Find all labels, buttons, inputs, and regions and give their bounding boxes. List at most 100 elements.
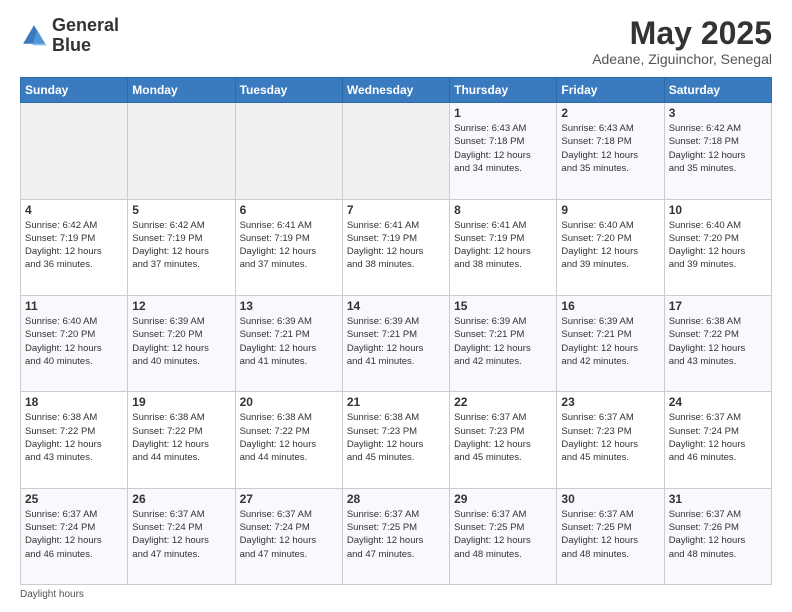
calendar-cell: 8 Sunrise: 6:41 AMSunset: 7:19 PMDaylight… xyxy=(450,199,557,295)
calendar-cell: 1 Sunrise: 6:43 AMSunset: 7:18 PMDaylight… xyxy=(450,103,557,199)
subtitle: Adeane, Ziguinchor, Senegal xyxy=(592,51,772,67)
calendar-cell: 13 Sunrise: 6:39 AMSunset: 7:21 PMDayligh… xyxy=(235,295,342,391)
calendar-cell: 18Sunrise: 6:38 AMSunset: 7:22 PMDayligh… xyxy=(21,392,128,488)
day-info: Sunrise: 6:41 AMSunset: 7:19 PMDaylight:… xyxy=(454,219,552,272)
day-number: 27 xyxy=(240,492,338,506)
page: General Blue May 2025 Adeane, Ziguinchor… xyxy=(0,0,792,612)
calendar-cell: 17 Sunrise: 6:38 AMSunset: 7:22 PMDayligh… xyxy=(664,295,771,391)
day-number: 30 xyxy=(561,492,659,506)
calendar-cell: 24Sunrise: 6:37 AMSunset: 7:24 PMDayligh… xyxy=(664,392,771,488)
month-title: May 2025 xyxy=(592,16,772,51)
day-number: 8 xyxy=(454,203,552,217)
day-info: Sunrise: 6:37 AMSunset: 7:25 PMDaylight:… xyxy=(454,508,552,561)
day-info: Sunrise: 6:37 AMSunset: 7:25 PMDaylight:… xyxy=(347,508,445,561)
calendar-cell: 30Sunrise: 6:37 AMSunset: 7:25 PMDayligh… xyxy=(557,488,664,584)
day-number: 12 xyxy=(132,299,230,313)
calendar-cell: 29 Sunrise: 6:37 AMSunset: 7:25 PMDayligh… xyxy=(450,488,557,584)
calendar-day-header: Thursday xyxy=(450,78,557,103)
calendar-header-row: SundayMondayTuesdayWednesdayThursdayFrid… xyxy=(21,78,772,103)
title-block: May 2025 Adeane, Ziguinchor, Senegal xyxy=(592,16,772,67)
calendar-week-row: 11 Sunrise: 6:40 AMSunset: 7:20 PMDayligh… xyxy=(21,295,772,391)
header: General Blue May 2025 Adeane, Ziguinchor… xyxy=(20,16,772,67)
day-number: 23 xyxy=(561,395,659,409)
day-info: Sunrise: 6:40 AMSunset: 7:20 PMDaylight:… xyxy=(561,219,659,272)
day-number: 5 xyxy=(132,203,230,217)
calendar-cell: 21 Sunrise: 6:38 AMSunset: 7:23 PMDayligh… xyxy=(342,392,449,488)
calendar-cell: 25 Sunrise: 6:37 AMSunset: 7:24 PMDayligh… xyxy=(21,488,128,584)
calendar-cell: 10Sunrise: 6:40 AMSunset: 7:20 PMDayligh… xyxy=(664,199,771,295)
day-info: Sunrise: 6:39 AMSunset: 7:21 PMDaylight:… xyxy=(454,315,552,368)
calendar-cell: 2 Sunrise: 6:43 AMSunset: 7:18 PMDaylight… xyxy=(557,103,664,199)
day-info: Sunrise: 6:37 AMSunset: 7:24 PMDaylight:… xyxy=(25,508,123,561)
day-number: 31 xyxy=(669,492,767,506)
calendar-cell: 23 Sunrise: 6:37 AMSunset: 7:23 PMDayligh… xyxy=(557,392,664,488)
logo-text: General Blue xyxy=(52,16,119,56)
calendar-day-header: Wednesday xyxy=(342,78,449,103)
day-number: 22 xyxy=(454,395,552,409)
day-info: Sunrise: 6:38 AMSunset: 7:22 PMDaylight:… xyxy=(669,315,767,368)
day-info: Sunrise: 6:38 AMSunset: 7:22 PMDaylight:… xyxy=(240,411,338,464)
day-info: Sunrise: 6:43 AMSunset: 7:18 PMDaylight:… xyxy=(454,122,552,175)
calendar-cell xyxy=(21,103,128,199)
day-info: Sunrise: 6:41 AMSunset: 7:19 PMDaylight:… xyxy=(240,219,338,272)
day-number: 15 xyxy=(454,299,552,313)
calendar-cell: 19Sunrise: 6:38 AMSunset: 7:22 PMDayligh… xyxy=(128,392,235,488)
calendar-cell xyxy=(128,103,235,199)
day-info: Sunrise: 6:37 AMSunset: 7:23 PMDaylight:… xyxy=(561,411,659,464)
day-number: 13 xyxy=(240,299,338,313)
day-number: 6 xyxy=(240,203,338,217)
day-info: Sunrise: 6:42 AMSunset: 7:19 PMDaylight:… xyxy=(25,219,123,272)
day-number: 7 xyxy=(347,203,445,217)
calendar-day-header: Friday xyxy=(557,78,664,103)
day-info: Sunrise: 6:37 AMSunset: 7:24 PMDaylight:… xyxy=(669,411,767,464)
footer-label: Daylight hours xyxy=(20,589,84,600)
day-number: 2 xyxy=(561,106,659,120)
calendar-cell: 6 Sunrise: 6:41 AMSunset: 7:19 PMDaylight… xyxy=(235,199,342,295)
day-number: 4 xyxy=(25,203,123,217)
calendar-cell: 4 Sunrise: 6:42 AMSunset: 7:19 PMDaylight… xyxy=(21,199,128,295)
day-info: Sunrise: 6:43 AMSunset: 7:18 PMDaylight:… xyxy=(561,122,659,175)
day-info: Sunrise: 6:39 AMSunset: 7:21 PMDaylight:… xyxy=(561,315,659,368)
calendar-cell: 31Sunrise: 6:37 AMSunset: 7:26 PMDayligh… xyxy=(664,488,771,584)
day-number: 17 xyxy=(669,299,767,313)
day-number: 28 xyxy=(347,492,445,506)
day-number: 21 xyxy=(347,395,445,409)
day-number: 1 xyxy=(454,106,552,120)
calendar-cell: 16 Sunrise: 6:39 AMSunset: 7:21 PMDayligh… xyxy=(557,295,664,391)
day-info: Sunrise: 6:38 AMSunset: 7:22 PMDaylight:… xyxy=(25,411,123,464)
calendar-cell: 5Sunrise: 6:42 AMSunset: 7:19 PMDaylight… xyxy=(128,199,235,295)
day-number: 14 xyxy=(347,299,445,313)
calendar-table: SundayMondayTuesdayWednesdayThursdayFrid… xyxy=(20,77,772,585)
logo: General Blue xyxy=(20,16,119,56)
logo-line1: General xyxy=(52,16,119,36)
day-number: 29 xyxy=(454,492,552,506)
calendar-week-row: 25 Sunrise: 6:37 AMSunset: 7:24 PMDayligh… xyxy=(21,488,772,584)
day-info: Sunrise: 6:42 AMSunset: 7:18 PMDaylight:… xyxy=(669,122,767,175)
calendar-cell xyxy=(235,103,342,199)
day-info: Sunrise: 6:39 AMSunset: 7:21 PMDaylight:… xyxy=(240,315,338,368)
day-number: 10 xyxy=(669,203,767,217)
calendar-week-row: 1 Sunrise: 6:43 AMSunset: 7:18 PMDaylight… xyxy=(21,103,772,199)
calendar-cell: 9 Sunrise: 6:40 AMSunset: 7:20 PMDaylight… xyxy=(557,199,664,295)
day-number: 25 xyxy=(25,492,123,506)
day-info: Sunrise: 6:39 AMSunset: 7:20 PMDaylight:… xyxy=(132,315,230,368)
calendar-cell: 11 Sunrise: 6:40 AMSunset: 7:20 PMDayligh… xyxy=(21,295,128,391)
calendar-cell: 27Sunrise: 6:37 AMSunset: 7:24 PMDayligh… xyxy=(235,488,342,584)
day-info: Sunrise: 6:41 AMSunset: 7:19 PMDaylight:… xyxy=(347,219,445,272)
calendar-day-header: Saturday xyxy=(664,78,771,103)
day-info: Sunrise: 6:40 AMSunset: 7:20 PMDaylight:… xyxy=(25,315,123,368)
day-number: 9 xyxy=(561,203,659,217)
day-info: Sunrise: 6:38 AMSunset: 7:23 PMDaylight:… xyxy=(347,411,445,464)
calendar-cell: 14Sunrise: 6:39 AMSunset: 7:21 PMDayligh… xyxy=(342,295,449,391)
calendar-cell: 28 Sunrise: 6:37 AMSunset: 7:25 PMDayligh… xyxy=(342,488,449,584)
calendar-day-header: Monday xyxy=(128,78,235,103)
calendar-week-row: 4 Sunrise: 6:42 AMSunset: 7:19 PMDaylight… xyxy=(21,199,772,295)
day-number: 11 xyxy=(25,299,123,313)
calendar-cell: 15 Sunrise: 6:39 AMSunset: 7:21 PMDayligh… xyxy=(450,295,557,391)
calendar-cell xyxy=(342,103,449,199)
calendar-cell: 7 Sunrise: 6:41 AMSunset: 7:19 PMDaylight… xyxy=(342,199,449,295)
calendar-cell: 12 Sunrise: 6:39 AMSunset: 7:20 PMDayligh… xyxy=(128,295,235,391)
day-number: 16 xyxy=(561,299,659,313)
day-info: Sunrise: 6:37 AMSunset: 7:24 PMDaylight:… xyxy=(132,508,230,561)
calendar-cell: 20Sunrise: 6:38 AMSunset: 7:22 PMDayligh… xyxy=(235,392,342,488)
